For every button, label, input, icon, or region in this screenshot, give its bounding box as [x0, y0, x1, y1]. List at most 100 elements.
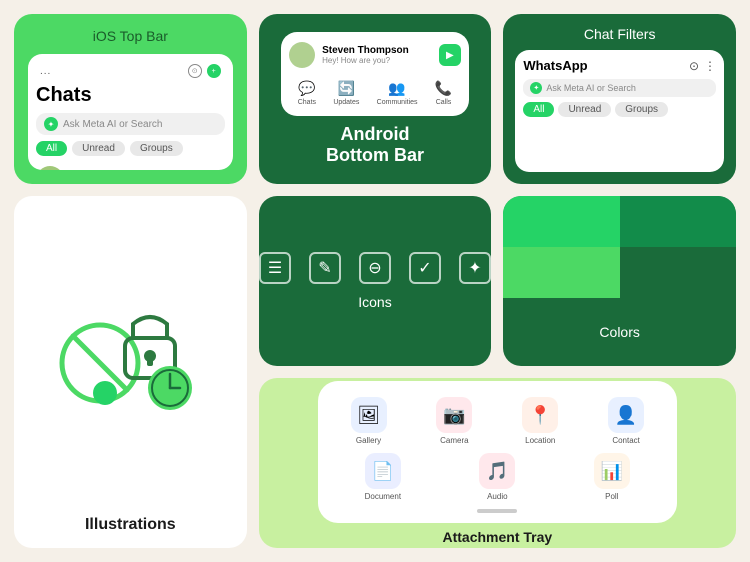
phone-dots: ...	[40, 66, 51, 77]
tray-row-2: 📄 Document 🎵 Audio 📊 Poll	[330, 453, 665, 501]
camera-icon[interactable]: ⊙	[689, 59, 699, 73]
poll-label: Poll	[605, 492, 618, 501]
chat-filters-title: Chat Filters	[584, 26, 656, 42]
tray-row-1: 🖼 Gallery 📷 Camera 📍 Location 👤 Contact	[330, 397, 665, 445]
filters-pills: All Unread Groups	[523, 102, 716, 117]
color-swatch-2	[620, 196, 736, 247]
tray-contact[interactable]: 👤 Contact	[587, 397, 665, 445]
android-mock: Steven Thompson Hey! How are you? ▶ 💬 Ch…	[281, 32, 469, 116]
calls-nav-icon: 📞	[435, 80, 452, 97]
android-person-name: Steven Thompson	[322, 45, 432, 56]
chat-name-besties: Besties	[71, 169, 184, 171]
filter-groups-chat[interactable]: Groups	[615, 102, 668, 117]
color-swatch-1	[503, 196, 619, 247]
location-label: Location	[525, 436, 555, 445]
tray-document[interactable]: 📄 Document	[330, 453, 436, 501]
android-avatar	[289, 42, 315, 68]
camera-tray-icon: 📷	[436, 397, 472, 433]
android-card-title: AndroidBottom Bar	[326, 124, 424, 166]
document-icon: 📄	[365, 453, 401, 489]
icon-edit: ✎	[309, 252, 341, 284]
contact-icon: 👤	[608, 397, 644, 433]
android-header-text: Steven Thompson Hey! How are you?	[322, 45, 432, 65]
filter-pills: All Unread Groups	[36, 141, 225, 156]
color-swatch-3	[503, 247, 619, 298]
video-icon: ▶	[446, 50, 454, 61]
audio-icon: 🎵	[479, 453, 515, 489]
illustrations-title: Illustrations	[85, 516, 176, 534]
phone-mock: ... ⊙ + Chats ✦ Ask Meta AI or Search Al…	[28, 54, 233, 170]
android-header: Steven Thompson Hey! How are you? ▶	[289, 42, 461, 68]
contact-label: Contact	[612, 436, 640, 445]
nav-communities[interactable]: 👥 Communities	[377, 80, 418, 106]
tray-camera[interactable]: 📷 Camera	[415, 397, 493, 445]
document-label: Document	[365, 492, 401, 501]
phone-top-bar: ... ⊙ +	[36, 62, 225, 80]
tray-poll[interactable]: 📊 Poll	[559, 453, 666, 501]
wa-action-icons: ⊙ ⋮	[689, 59, 716, 73]
chats-title: Chats	[36, 84, 225, 107]
camera-icon: ⊙	[188, 64, 202, 78]
phone-icons: ⊙ +	[188, 64, 221, 78]
audio-label: Audio	[487, 492, 507, 501]
gallery-icon: 🖼	[351, 397, 387, 433]
icon-check: ✓	[409, 252, 441, 284]
filter-all-chat[interactable]: All	[523, 102, 554, 117]
attachment-title: Attachment Tray	[442, 529, 552, 545]
android-person-status: Hey! How are you?	[322, 56, 432, 65]
updates-nav-icon: 🔄	[338, 80, 355, 97]
ios-top-bar-title: iOS Top Bar	[28, 28, 233, 44]
chat-filters-card: Chat Filters WhatsApp ⊙ ⋮ ✦ Ask Meta AI …	[503, 14, 736, 184]
filter-groups[interactable]: Groups	[130, 141, 183, 156]
icons-row: ☰ ✎ ⊖ ✓ ✦	[259, 252, 491, 284]
filter-unread[interactable]: Unread	[72, 141, 125, 156]
chat-item-besties[interactable]: B Besties Sarah: For tn… 🐦 11:26 AM ★	[36, 162, 225, 170]
meta-ai-icon: ✦	[44, 117, 58, 131]
icon-list: ☰	[259, 252, 291, 284]
icon-sparkle: ✦	[459, 252, 491, 284]
search-placeholder: Ask Meta AI or Search	[63, 119, 163, 130]
menu-icon[interactable]: ⋮	[704, 59, 716, 73]
filters-search-placeholder: Ask Meta AI or Search	[546, 83, 636, 93]
location-icon: 📍	[522, 397, 558, 433]
chats-nav-icon: 💬	[298, 80, 315, 97]
illustration-art	[50, 210, 210, 516]
filter-unread-chat[interactable]: Unread	[558, 102, 611, 117]
search-bar[interactable]: ✦ Ask Meta AI or Search	[36, 113, 225, 135]
filters-search-bar[interactable]: ✦ Ask Meta AI or Search	[523, 79, 716, 97]
android-bottom-bar-card: Steven Thompson Hey! How are you? ▶ 💬 Ch…	[259, 14, 492, 184]
filter-all[interactable]: All	[36, 141, 67, 156]
tray-audio[interactable]: 🎵 Audio	[444, 453, 550, 501]
ios-top-bar-card: iOS Top Bar ... ⊙ + Chats ✦ Ask Meta AI …	[14, 14, 247, 184]
color-swatch-4	[620, 247, 736, 298]
icons-card: ☰ ✎ ⊖ ✓ ✦ Icons	[259, 196, 492, 366]
tray-gallery[interactable]: 🖼 Gallery	[330, 397, 408, 445]
icons-title: Icons	[358, 294, 391, 310]
tray-location[interactable]: 📍 Location	[501, 397, 579, 445]
attachment-tray-card: 🖼 Gallery 📷 Camera 📍 Location 👤 Contact …	[259, 378, 736, 548]
avatar-besties: B	[36, 166, 64, 170]
nav-calls[interactable]: 📞 Calls	[435, 80, 452, 106]
tray-mock: 🖼 Gallery 📷 Camera 📍 Location 👤 Contact …	[318, 381, 677, 523]
poll-icon: 📊	[594, 453, 630, 489]
nav-updates[interactable]: 🔄 Updates	[333, 80, 359, 106]
camera-label: Camera	[440, 436, 468, 445]
colors-card: Colors	[503, 196, 736, 366]
illustrations-card: Illustrations	[14, 196, 247, 548]
updates-nav-label: Updates	[333, 99, 359, 106]
communities-nav-label: Communities	[377, 99, 418, 106]
wa-logo: WhatsApp	[523, 58, 587, 73]
icon-shield: ⊖	[359, 252, 391, 284]
android-nav: 💬 Chats 🔄 Updates 👥 Communities 📞 Calls	[289, 76, 461, 106]
nav-chats[interactable]: 💬 Chats	[298, 80, 316, 106]
communities-nav-icon: 👥	[388, 80, 405, 97]
lock-illustration-svg	[50, 288, 210, 428]
colors-swatches	[503, 196, 736, 298]
chat-info-besties: Besties Sarah: For tn… 🐦	[71, 169, 184, 171]
tray-handle	[477, 509, 517, 513]
gallery-label: Gallery	[356, 436, 381, 445]
chats-nav-label: Chats	[298, 99, 316, 106]
android-call-btn[interactable]: ▶	[439, 44, 461, 66]
ai-search-icon: ✦	[530, 82, 542, 94]
calls-nav-label: Calls	[436, 99, 452, 106]
